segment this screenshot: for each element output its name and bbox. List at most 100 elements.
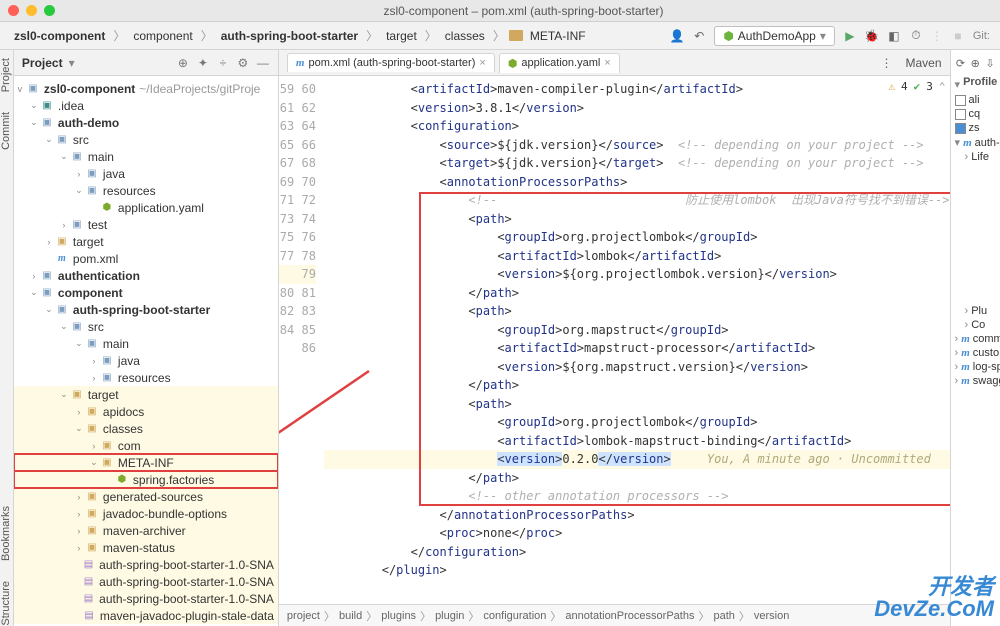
tree-item[interactable]: ⌄▣.idea: [14, 97, 278, 114]
bookmarks-tool[interactable]: Bookmarks: [0, 506, 12, 561]
bc-item[interactable]: target: [382, 27, 421, 45]
bc-item[interactable]: META-INF: [526, 27, 590, 45]
crumb-item[interactable]: plugins: [381, 610, 416, 622]
crumb-item[interactable]: path: [713, 610, 734, 622]
maven-item[interactable]: Life: [971, 151, 989, 163]
code-area[interactable]: <artifactId>maven-compiler-plugin</artif…: [324, 76, 950, 604]
tree-item[interactable]: ▤maven-javadoc-plugin-stale-data: [14, 607, 278, 624]
titlebar: zsl0-component – pom.xml (auth-spring-bo…: [0, 0, 1000, 22]
close-icon[interactable]: [8, 5, 19, 16]
maven-project[interactable]: comm: [973, 333, 1000, 345]
tree-item[interactable]: ›▣apidocs: [14, 403, 278, 420]
generate-icon[interactable]: ⊕: [969, 56, 981, 70]
tree-item[interactable]: ⌄▣component: [14, 284, 278, 301]
select-opened-icon[interactable]: ⊕: [176, 56, 190, 70]
close-icon[interactable]: ×: [479, 57, 485, 69]
profile-icon[interactable]: ⏱: [909, 29, 923, 43]
tree-item[interactable]: ⬢application.yaml: [14, 199, 278, 216]
maven-project[interactable]: swagg: [973, 375, 1000, 387]
tree-item[interactable]: ⌄▣main: [14, 148, 278, 165]
tree-item[interactable]: ›▣authentication: [14, 267, 278, 284]
coverage-icon[interactable]: ◧: [887, 29, 901, 43]
tree-item[interactable]: ⌄▣src: [14, 131, 278, 148]
close-icon[interactable]: ×: [604, 57, 610, 69]
editor-breadcrumb[interactable]: project 〉 build 〉 plugins 〉 plugin 〉 con…: [279, 604, 950, 626]
editor-body[interactable]: ⚠4 ✔3 ⌃ 59 60 61 62 63 64 65 66 67 68 69…: [279, 76, 950, 604]
maven-project[interactable]: custo: [973, 347, 999, 359]
maven-item[interactable]: Plu: [971, 305, 987, 317]
tab-label: application.yaml: [521, 57, 600, 69]
gutter[interactable]: 59 60 61 62 63 64 65 66 67 68 69 70 71 7…: [279, 76, 324, 604]
tree-item[interactable]: ⌄▣main: [14, 335, 278, 352]
profiles-header[interactable]: Profile: [963, 76, 997, 88]
crumb-item[interactable]: configuration: [483, 610, 546, 622]
run-icon[interactable]: ▶: [843, 29, 857, 43]
maven-project[interactable]: auth-: [975, 137, 1000, 149]
stop-icon[interactable]: ■: [951, 29, 965, 43]
refresh-icon[interactable]: ⟳: [955, 56, 967, 70]
debug-icon[interactable]: 🐞: [865, 29, 879, 43]
tree-item[interactable]: ⌄▣resources: [14, 182, 278, 199]
editor-tabs: m pom.xml (auth-spring-boot-starter) × ⬢…: [279, 50, 950, 76]
minimize-icon[interactable]: [26, 5, 37, 16]
crumb-item[interactable]: plugin: [435, 610, 464, 622]
tree-item[interactable]: ▤auth-spring-boot-starter-1.0-SNA: [14, 556, 278, 573]
maximize-icon[interactable]: [44, 5, 55, 16]
crumb-item[interactable]: annotationProcessorPaths: [565, 610, 694, 622]
tree-item[interactable]: ›▣generated-sources: [14, 488, 278, 505]
tree-item[interactable]: ▤auth-spring-boot-starter-1.0-SNA: [14, 573, 278, 590]
hide-icon[interactable]: —: [256, 56, 270, 70]
tree-item[interactable]: ›▣maven-archiver: [14, 522, 278, 539]
tree-item[interactable]: ⌄▣target: [14, 386, 278, 403]
tree-item[interactable]: ›▣maven-status: [14, 539, 278, 556]
run-config-label: AuthDemoApp: [738, 29, 816, 43]
tree-item[interactable]: ›▣java: [14, 352, 278, 369]
bc-item[interactable]: component: [129, 27, 196, 45]
profile-item[interactable]: ali: [969, 94, 980, 106]
user-icon[interactable]: 👤: [670, 29, 684, 43]
tab-options-icon[interactable]: ⋮: [880, 56, 894, 70]
run-config-selector[interactable]: ⬢ AuthDemoApp ▾: [714, 26, 835, 46]
crumb-item[interactable]: version: [754, 610, 789, 622]
maven-item[interactable]: Co: [971, 319, 985, 331]
tree-item[interactable]: ⌄▣src: [14, 318, 278, 335]
tree-item[interactable]: ⌄▣auth-demo: [14, 114, 278, 131]
project-panel-header: Project ▾ ⊕ ✦ ÷ ⚙ —: [14, 50, 278, 76]
profile-item[interactable]: zs: [969, 122, 980, 134]
tree-item[interactable]: ›▣java: [14, 165, 278, 182]
tree-item[interactable]: ›▣javadoc-bundle-options: [14, 505, 278, 522]
window-controls[interactable]: [8, 5, 55, 16]
tree-item[interactable]: mpom.xml: [14, 250, 278, 267]
crumb-item[interactable]: project: [287, 610, 320, 622]
profile-item[interactable]: cq: [969, 108, 981, 120]
tree-item[interactable]: ›▣target: [14, 233, 278, 250]
maven-panel: ⟳ ⊕ ⇩ ▾Profile ali cq zs ▾mauth- ›Life ›…: [950, 50, 1000, 626]
back-icon[interactable]: ↶: [692, 29, 706, 43]
tree-item[interactable]: ›▣test: [14, 216, 278, 233]
bc-item[interactable]: classes: [441, 27, 489, 45]
commit-tool[interactable]: Commit: [0, 112, 12, 150]
tree-item[interactable]: ▤auth-spring-boot-starter-1.0-SNA: [14, 590, 278, 607]
left-toolstrip: Project Commit Bookmarks Structure: [0, 50, 14, 626]
project-tool[interactable]: Project: [0, 58, 12, 92]
tree-item[interactable]: ⌄▣classes: [14, 420, 278, 437]
tree-item[interactable]: ›▣com: [14, 437, 278, 454]
tree-item[interactable]: ›▣resources: [14, 369, 278, 386]
git-label: Git:: [973, 30, 990, 42]
project-tree[interactable]: v▣zsl0-component~/IdeaProjects/gitProje⌄…: [14, 76, 278, 626]
collapse-icon[interactable]: ÷: [216, 56, 230, 70]
structure-tool[interactable]: Structure: [0, 581, 12, 626]
tree-item[interactable]: ⬢spring.factories: [14, 471, 278, 488]
tree-item[interactable]: ⌄▣auth-spring-boot-starter: [14, 301, 278, 318]
expand-icon[interactable]: ✦: [196, 56, 210, 70]
tab-pom[interactable]: m pom.xml (auth-spring-boot-starter) ×: [287, 53, 495, 72]
download-icon[interactable]: ⇩: [984, 56, 996, 70]
tree-item[interactable]: ⌄▣META-INF: [14, 454, 278, 471]
maven-tool[interactable]: Maven: [906, 56, 942, 70]
maven-project[interactable]: log-sp: [973, 361, 1000, 373]
crumb-item[interactable]: build: [339, 610, 362, 622]
bc-item[interactable]: auth-spring-boot-starter: [217, 27, 362, 45]
settings-icon[interactable]: ⚙: [236, 56, 250, 70]
tab-yaml[interactable]: ⬢ application.yaml ×: [499, 53, 620, 73]
bc-root[interactable]: zsl0-component: [10, 27, 109, 45]
